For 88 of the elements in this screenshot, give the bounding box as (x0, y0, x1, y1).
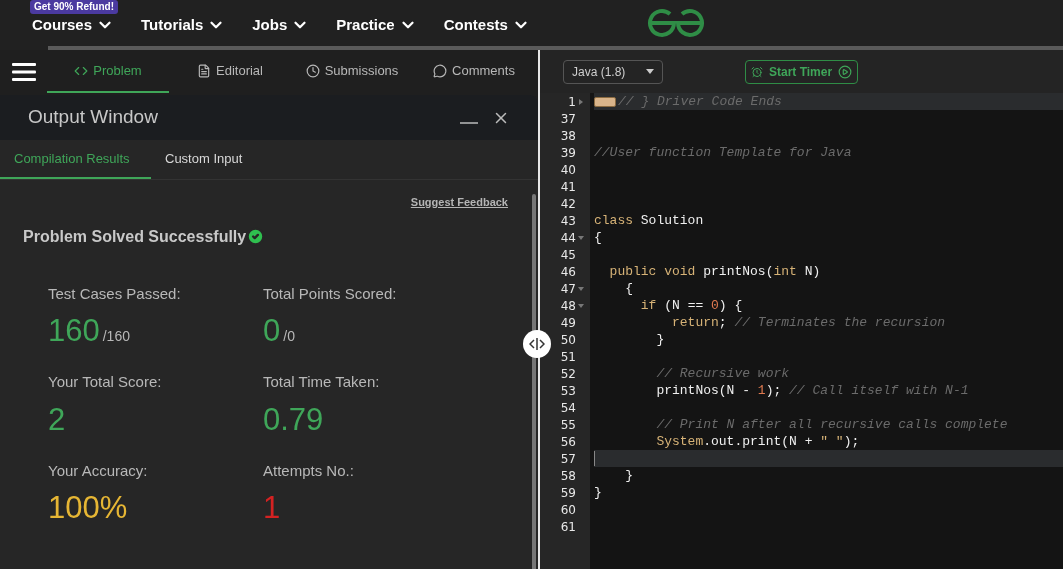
nav-menu[interactable]: Contests (443, 14, 530, 37)
fold-arrow-icon[interactable] (578, 235, 584, 240)
play-icon (838, 64, 853, 79)
line-number: 50 (560, 331, 576, 349)
line-number: 42 (560, 195, 576, 213)
stat-label: Total Points Scored: (263, 283, 398, 304)
line-number: 1 (568, 93, 576, 111)
stat-label: Attempts No.: (263, 460, 355, 481)
line-number: 49 (560, 314, 576, 332)
line-number: 39 (560, 144, 576, 162)
code-line: //User function Template for Java (594, 143, 852, 162)
nav-menu[interactable]: Practice (336, 14, 417, 37)
refund-badge: Get 90% Refund! (30, 0, 118, 14)
menu-icon[interactable] (11, 61, 36, 82)
line-number: 60 (560, 501, 576, 519)
line-number: 54 (560, 399, 576, 417)
problem-tab[interactable]: Comments (413, 50, 535, 93)
nav-menu[interactable]: Courses (32, 14, 115, 37)
stat-label: Your Total Score: (48, 372, 163, 392)
stat-value: 1 (263, 489, 281, 527)
line-number: 38 (560, 127, 576, 145)
code-line: if (N == 0) { (639, 296, 743, 315)
text-cursor (594, 451, 595, 466)
problem-tab[interactable]: Submissions (291, 50, 413, 93)
nav-menu[interactable]: Tutorials (141, 14, 226, 37)
fold-arrow-icon[interactable] (579, 98, 583, 105)
line-number: 44 (560, 229, 576, 247)
stat-value: 0.79 (263, 400, 324, 439)
code-line: // } Driver Code Ends (618, 92, 782, 111)
line-number: 37 (560, 110, 576, 128)
success-message: Problem Solved Successfully (23, 226, 247, 247)
line-number: 61 (560, 518, 576, 536)
code-line: return; // Terminates the recursion (671, 313, 946, 332)
stat-value: 160 (48, 312, 100, 350)
problem-tab[interactable]: Problem (47, 50, 169, 93)
output-tab[interactable]: Compilation Results (0, 140, 151, 179)
fold-arrow-icon[interactable] (578, 286, 584, 291)
stat-value: 100% (48, 489, 128, 527)
output-tab[interactable]: Custom Input (151, 140, 257, 179)
line-number: 41 (560, 178, 576, 196)
caret-icon (646, 69, 654, 74)
line-number: 52 (560, 365, 576, 383)
chat-icon (433, 63, 448, 78)
stat-total: /0 (283, 327, 295, 346)
code-line: public void printNos(int N) (608, 262, 821, 281)
line-number: 45 (560, 246, 576, 264)
stat-label: Test Cases Passed: (48, 283, 182, 304)
alarm-clock-icon (751, 65, 763, 78)
line-number: 40 (560, 161, 576, 179)
code-line: class Solution (594, 211, 704, 230)
code-line: } (624, 466, 633, 485)
stat-label: Your Accuracy: (48, 460, 149, 481)
code-line: // Recursive work (655, 364, 790, 383)
nav-menu[interactable]: Jobs (252, 14, 310, 37)
clock-icon (305, 63, 320, 78)
stat-label: Total Time Taken: (263, 372, 381, 392)
code-line: // Print N after all recursive calls complete (655, 415, 1008, 434)
line-number: 58 (560, 467, 576, 485)
resize-handle-icon[interactable] (529, 338, 545, 350)
line-number: 43 (560, 212, 576, 230)
line-number: 46 (560, 263, 576, 281)
stat-value: 2 (48, 400, 66, 439)
window-title: Output Window (28, 105, 159, 130)
problem-tab[interactable]: Editorial (169, 50, 291, 93)
language-select[interactable]: Java (1.8) (563, 59, 663, 84)
code-line: { (594, 228, 602, 247)
line-number: 59 (560, 484, 576, 502)
code-line: System.out.print(N + " "); (655, 432, 860, 451)
line-number: 51 (560, 348, 576, 366)
code-line: printNos(N - 1); // Call itself with N-1 (655, 381, 969, 400)
code-line: } (594, 483, 602, 502)
line-number: 47 (560, 280, 576, 298)
code-line: } (655, 330, 665, 349)
logo-icon (646, 8, 706, 38)
stat-total: /160 (102, 327, 130, 346)
check-icon (246, 227, 266, 246)
folded-code-marker-icon[interactable] (594, 96, 616, 107)
line-number: 56 (560, 433, 576, 451)
line-number: 55 (560, 416, 576, 434)
suggest-feedback-link[interactable]: Suggest Feedback (410, 194, 508, 211)
document-icon (197, 63, 211, 78)
fold-arrow-icon[interactable] (578, 303, 584, 308)
line-number: 57 (560, 450, 576, 468)
stat-value: 0 (263, 312, 281, 350)
code-line: { (624, 279, 633, 298)
line-number: 53 (560, 382, 576, 400)
line-number: 48 (560, 297, 576, 315)
start-timer-button[interactable]: Start Timer (745, 59, 859, 84)
